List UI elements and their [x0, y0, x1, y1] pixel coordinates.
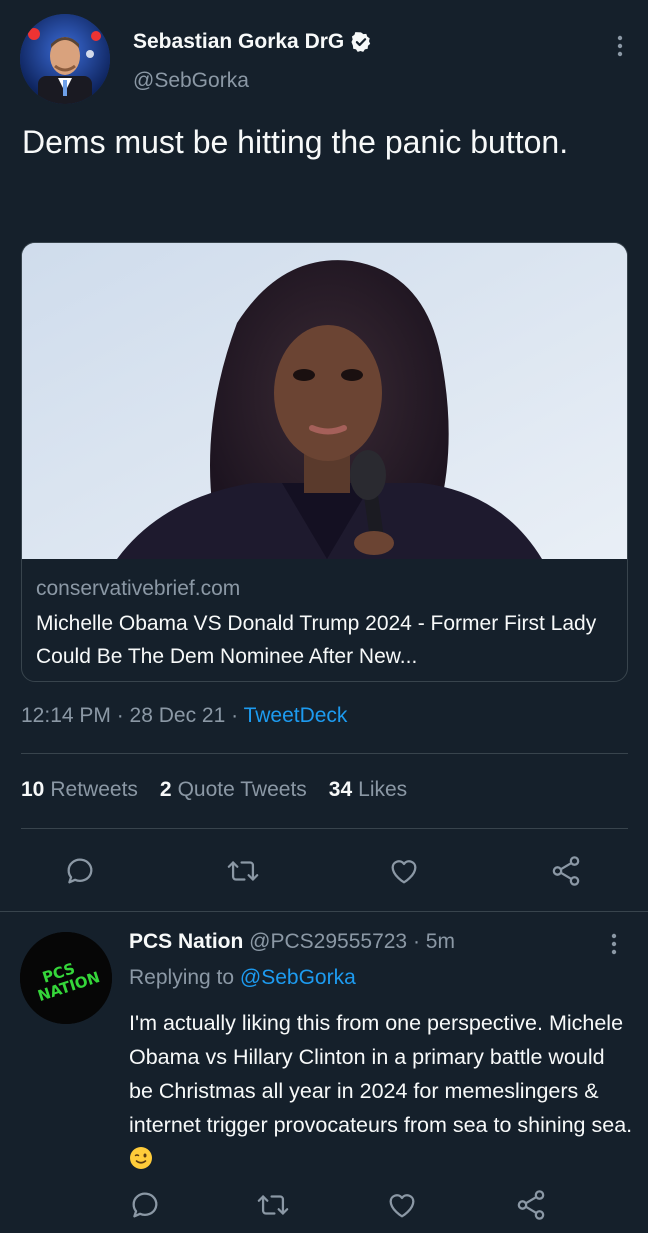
author-name[interactable]: Sebastian Gorka DrG: [133, 30, 372, 54]
likes-stat[interactable]: 34 Likes: [329, 778, 407, 802]
share-icon[interactable]: [514, 1188, 548, 1222]
divider: [21, 828, 628, 829]
card-title: Michelle Obama VS Donald Trump 2024 - Fo…: [36, 612, 597, 668]
winking-face-emoji: [130, 1147, 152, 1169]
replying-to: Replying to @SebGorka: [129, 966, 356, 989]
author-avatar[interactable]: [20, 14, 110, 104]
card-image: [22, 243, 627, 559]
tweet-text: Dems must be hitting the panic button.: [22, 124, 569, 160]
verified-badge-icon: [351, 32, 371, 52]
like-icon[interactable]: [387, 854, 421, 888]
tweet-source-link[interactable]: TweetDeck: [244, 704, 348, 727]
reply-author-name[interactable]: PCS Nation: [129, 930, 243, 953]
reply-meta[interactable]: @PCS29555723 · 5m: [243, 930, 455, 953]
tweet-timestamp: 12:14 PM · 28 Dec 21 · TweetDeck: [21, 704, 347, 728]
reply-icon[interactable]: [128, 1188, 162, 1222]
retweet-icon[interactable]: [256, 1188, 290, 1222]
tweet-action-bar: [0, 848, 648, 896]
replying-to-handle[interactable]: @SebGorka: [240, 966, 356, 989]
divider: [21, 753, 628, 754]
quote-tweets-stat[interactable]: 2 Quote Tweets: [160, 778, 307, 802]
more-vertical-icon[interactable]: [610, 932, 618, 956]
retweet-icon[interactable]: [226, 854, 260, 888]
divider: [0, 911, 648, 912]
more-vertical-icon[interactable]: [616, 34, 624, 58]
author-handle[interactable]: @SebGorka: [133, 69, 249, 93]
reply-action-bar: [0, 1188, 648, 1228]
like-icon[interactable]: [385, 1188, 419, 1222]
reply-text: I'm actually liking this from one perspe…: [129, 1006, 634, 1176]
reply-header: PCS Nation @PCS29555723 · 5m: [129, 930, 455, 954]
retweets-stat[interactable]: 10 Retweets: [21, 778, 138, 802]
reply-icon[interactable]: [63, 854, 97, 888]
link-card[interactable]: conservativebrief.com Michelle Obama VS …: [21, 242, 628, 682]
tweet-header: Sebastian Gorka DrG @SebGorka: [20, 14, 630, 110]
tweet-stats: 10 Retweets 2 Quote Tweets 34 Likes: [21, 778, 407, 802]
card-domain: conservativebrief.com: [36, 577, 241, 600]
reply-avatar[interactable]: PCS NATION: [20, 932, 112, 1024]
share-icon[interactable]: [549, 854, 583, 888]
tweet-time: 12:14 PM · 28 Dec 21 ·: [21, 704, 244, 727]
